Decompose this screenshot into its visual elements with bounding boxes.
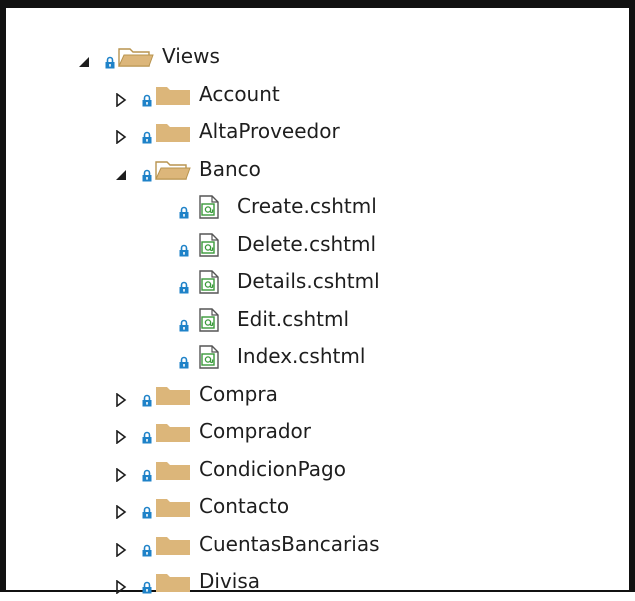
lock-icon [142, 163, 152, 181]
tree-node-label: Account [199, 81, 280, 106]
solution-tree: Views Account AltaProveedor Banco Create.csh… [6, 38, 629, 601]
tree-node-label: Delete.cshtml [237, 231, 377, 256]
tree-node-details-cshtml[interactable]: Details.cshtml [6, 263, 629, 301]
tree-node-comprador[interactable]: Comprador [6, 413, 629, 451]
folder-icon [155, 495, 191, 524]
collapsed-arrow-icon[interactable] [115, 88, 127, 108]
lock-icon [179, 350, 189, 369]
razor-file-icon [198, 307, 220, 337]
tree-node-label: Compra [199, 381, 278, 406]
folder-icon [155, 533, 191, 562]
lock-icon [142, 500, 152, 519]
collapsed-arrow-icon[interactable] [115, 463, 127, 483]
tree-node-edit-cshtml[interactable]: Edit.cshtml [6, 301, 629, 339]
lock-icon [142, 463, 152, 481]
collapsed-arrow-icon[interactable] [115, 425, 127, 445]
tree-node-contacto[interactable]: Contacto [6, 488, 629, 526]
razor-file-icon [198, 232, 220, 262]
tree-node-condicionpago[interactable]: CondicionPago [6, 451, 629, 489]
tree-node-label: Views [162, 44, 220, 68]
razor-file-icon [198, 270, 220, 299]
razor-file-icon [198, 345, 220, 374]
tree-node-compra[interactable]: Compra [6, 376, 629, 414]
folder-open-icon [118, 45, 154, 74]
lock-icon [142, 538, 152, 556]
tree-node-label: Index.cshtml [237, 344, 366, 368]
tree-node-label: Details.cshtml [237, 269, 380, 293]
tree-node-delete-cshtml[interactable]: Delete.cshtml [6, 226, 629, 264]
tree-node-label: CuentasBancarias [199, 531, 380, 556]
tree-node-account[interactable]: Account [6, 76, 629, 114]
lock-icon [142, 425, 152, 444]
tree-node-label: Banco [199, 156, 261, 181]
tree-node-label: Divisa [199, 569, 261, 593]
folder-icon [155, 458, 191, 487]
folder-icon [155, 420, 191, 449]
tree-node-index-cshtml[interactable]: Index.cshtml [6, 338, 629, 376]
lock-icon [142, 388, 152, 406]
lock-icon [179, 275, 189, 294]
lock-icon [179, 313, 189, 331]
collapsed-arrow-icon[interactable] [115, 125, 127, 145]
tree-node-altaproveedor[interactable]: AltaProveedor [6, 113, 629, 151]
tree-node-banco[interactable]: Banco [6, 151, 629, 189]
lock-icon [179, 238, 189, 256]
collapsed-arrow-icon[interactable] [115, 575, 127, 595]
tree-node-label: Contacto [199, 494, 290, 518]
folder-icon [155, 83, 191, 112]
lock-icon [105, 50, 115, 69]
collapsed-arrow-icon[interactable] [115, 500, 127, 520]
razor-file-icon [198, 195, 220, 224]
lock-icon [142, 575, 152, 594]
tree-node-cuentasbancarias[interactable]: CuentasBancarias [6, 526, 629, 564]
lock-icon [179, 200, 189, 219]
folder-icon [155, 120, 191, 149]
tree-node-label: AltaProveedor [199, 119, 340, 143]
lock-icon [142, 88, 152, 106]
lock-icon [142, 125, 152, 144]
expanded-arrow-icon[interactable] [115, 163, 127, 180]
tree-node-label: Comprador [199, 419, 312, 443]
tree-node-label: Edit.cshtml [237, 306, 350, 331]
tree-node-label: Create.cshtml [237, 194, 377, 218]
tree-node-views[interactable]: Views [6, 38, 629, 76]
tree-node-divisa[interactable]: Divisa [6, 563, 629, 601]
folder-icon [155, 383, 191, 412]
folder-open-icon [155, 158, 191, 187]
solution-explorer-panel: Views Account AltaProveedor Banco Create.csh… [0, 0, 635, 595]
collapsed-arrow-icon[interactable] [115, 538, 127, 558]
collapsed-arrow-icon[interactable] [115, 388, 127, 408]
tree-node-label: CondicionPago [199, 456, 346, 481]
expanded-arrow-icon[interactable] [78, 50, 90, 67]
folder-icon [155, 570, 191, 599]
tree-node-create-cshtml[interactable]: Create.cshtml [6, 188, 629, 226]
